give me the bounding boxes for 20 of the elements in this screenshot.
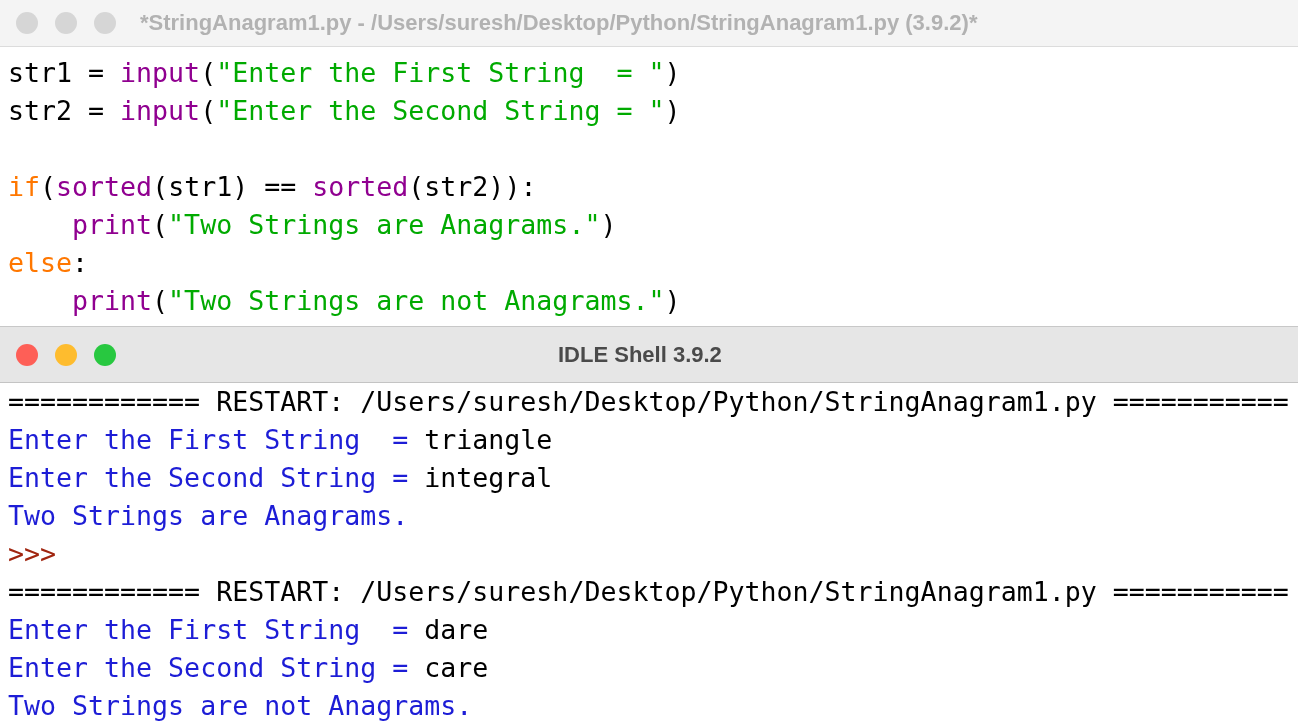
window-title: *StringAnagram1.py - /Users/suresh/Desktop/Python/StringAnagram1.py (3.9.2)* xyxy=(140,10,978,36)
code-line: if(sorted(str1) == sorted(str2)): xyxy=(8,170,537,204)
code-line: str1 = input("Enter the First String = ") xyxy=(8,56,681,90)
shell-line: Two Strings are Anagrams. xyxy=(8,499,409,533)
zoom-button[interactable] xyxy=(94,343,116,366)
code-line: print("Two Strings are not Anagrams.") xyxy=(72,284,681,318)
shell-line: Enter the First String = triangle xyxy=(8,423,553,457)
shell-line: ============ RESTART: /Users/suresh/Desktop/Python/StringAnagram1.py =========== xyxy=(8,575,1289,609)
shell-line: Two Strings are not Anagrams. xyxy=(8,689,473,723)
code-line: else: xyxy=(8,246,89,280)
minimize-button[interactable] xyxy=(55,343,77,366)
shell-line: Enter the Second String = care xyxy=(8,651,489,685)
shell-line: Enter the First String = dare xyxy=(8,613,489,647)
code-line: print("Two Strings are Anagrams.") xyxy=(72,208,617,242)
shell-line: Enter the Second String = integral xyxy=(8,461,553,495)
shell-line: >>> xyxy=(8,537,57,571)
shell-line: ============ RESTART: /Users/suresh/Desktop/Python/StringAnagram1.py =========== xyxy=(8,385,1289,419)
window-title: IDLE Shell 3.9.2 xyxy=(558,341,722,368)
code-line: str2 = input("Enter the Second String = ") xyxy=(8,94,681,128)
close-button[interactable] xyxy=(16,343,38,366)
